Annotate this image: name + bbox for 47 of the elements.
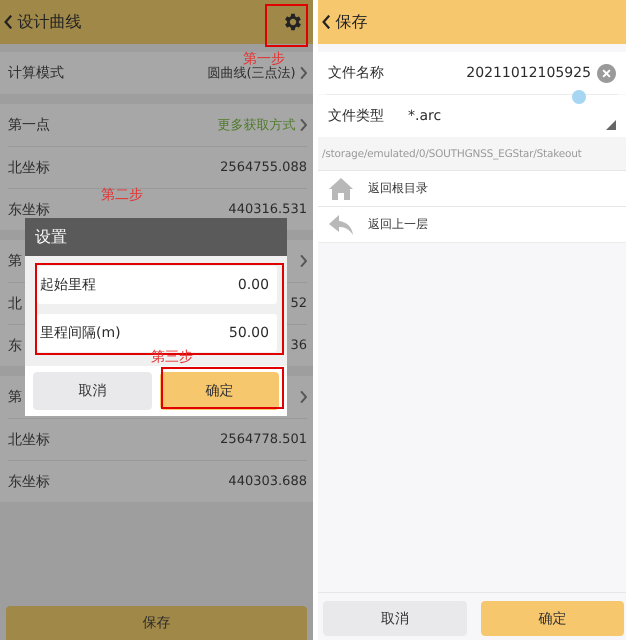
row-value: 52 — [290, 296, 307, 311]
clear-icon[interactable] — [597, 64, 616, 82]
chevron-right-icon — [298, 66, 307, 80]
directory-path: /storage/emulated/0/SOUTHGNSS_EGStar/Stakeout — [318, 137, 626, 170]
row-label: 计算模式 — [8, 64, 64, 82]
dropdown-triangle-icon[interactable] — [606, 120, 616, 130]
screen-title: 设计曲线 — [18, 12, 82, 32]
cancel-button[interactable]: 取消 — [323, 601, 466, 636]
row-label: 东坐标 — [8, 200, 50, 218]
row-value[interactable]: 圆曲线(三点法) — [207, 64, 296, 82]
row-label: 第 — [8, 252, 22, 270]
nav-item[interactable]: 返回上一层 — [318, 206, 626, 242]
row-label: 第一点 — [8, 116, 50, 134]
dialog-title: 设置 — [25, 218, 287, 256]
confirm-button[interactable]: 确定 — [480, 601, 624, 636]
chevron-right-icon — [298, 390, 307, 404]
row-value: 36 — [290, 338, 307, 353]
row-value: 440303.688 — [228, 474, 307, 489]
row-label: 东 — [8, 336, 22, 354]
nav-item[interactable]: 返回根目录 — [318, 170, 626, 206]
screen-title: 保存 — [336, 12, 368, 32]
field-label: 文件名称 — [328, 64, 384, 82]
row-label: 东坐标 — [8, 472, 50, 490]
chevron-right-icon — [298, 254, 307, 268]
highlight-frame — [265, 4, 308, 47]
field-label: 文件类型 — [328, 107, 384, 125]
file-name-field[interactable]: 20211012105925 — [466, 65, 591, 81]
row-label: 北坐标 — [8, 158, 50, 176]
back-icon[interactable] — [4, 14, 14, 30]
row-value: 2564755.088 — [220, 160, 307, 175]
step-annotation: 第二步 — [101, 186, 143, 204]
save-button[interactable]: 保存 — [6, 606, 307, 640]
row-value: 2564778.501 — [220, 432, 307, 447]
confirm-button[interactable]: 确定 — [160, 372, 279, 410]
row-value: 440316.531 — [228, 202, 307, 217]
chevron-right-icon — [298, 118, 307, 132]
file-type-dropdown[interactable]: *.arc — [408, 108, 442, 124]
row-label: 北坐标 — [8, 430, 50, 448]
step-annotation: 第一步 — [243, 50, 285, 67]
row-label: 第 — [8, 388, 22, 406]
touch-indicator-icon — [572, 90, 586, 104]
back-icon[interactable] — [322, 14, 332, 30]
input-field[interactable]: 起始里程 0.00 — [37, 266, 277, 304]
row-label: 北 — [8, 294, 22, 312]
reply-arrow-icon — [328, 214, 354, 236]
cancel-button[interactable]: 取消 — [33, 372, 152, 410]
home-icon — [328, 176, 354, 200]
